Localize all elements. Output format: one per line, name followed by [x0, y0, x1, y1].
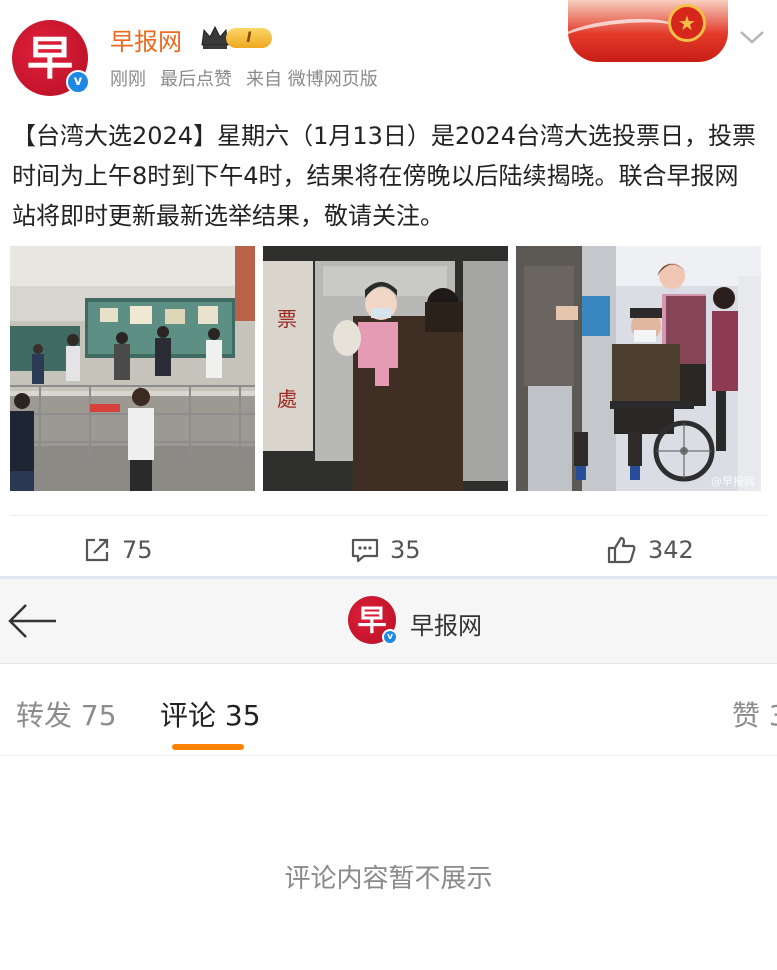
- svg-text:票: 票: [277, 307, 297, 331]
- last-liked-label: 最后点赞: [160, 69, 232, 90]
- author-name[interactable]: 早报网: [110, 22, 182, 57]
- comments-hidden-notice: 评论内容暂不展示: [284, 864, 493, 894]
- post-body-text: 【台湾大选2024】星期六（1月13日）是2024台湾大选投票日，投票时间为上午…: [12, 122, 756, 230]
- repost-icon: [85, 538, 109, 562]
- nav-title[interactable]: 早报网: [410, 606, 482, 641]
- level-label: I: [226, 28, 272, 48]
- active-tab-indicator: [172, 744, 244, 750]
- banner-wave: [568, 13, 680, 57]
- post-image-3[interactable]: @早报网: [516, 246, 761, 491]
- top-nav-bar: 早 v 早报网: [0, 579, 777, 664]
- comment-icon: [351, 538, 379, 563]
- repost-button[interactable]: 75: [82, 532, 153, 568]
- like-button[interactable]: 342: [606, 532, 694, 568]
- star-emblem-icon: ★: [668, 4, 706, 42]
- chevron-down-icon[interactable]: [738, 26, 766, 48]
- verified-icon: v: [66, 70, 90, 94]
- post-image-2[interactable]: 票 處 庭: [263, 246, 508, 491]
- repost-count: 75: [122, 536, 153, 564]
- tab-likes[interactable]: 赞 3: [732, 694, 777, 734]
- detail-tabs: 转发 75 评论 35 赞 3: [0, 664, 777, 756]
- svg-text:處: 處: [277, 387, 297, 411]
- post-source[interactable]: 来自 微博网页版: [246, 69, 378, 90]
- like-icon: [607, 536, 636, 564]
- tab-reposts[interactable]: 转发 75: [16, 694, 117, 734]
- author-avatar[interactable]: 早 v: [12, 20, 90, 96]
- comment-button[interactable]: 35: [350, 532, 421, 568]
- back-arrow-icon[interactable]: [6, 601, 58, 641]
- decorative-banner: ★: [568, 0, 728, 62]
- comment-count: 35: [390, 536, 421, 564]
- tab-comments[interactable]: 评论 35: [160, 694, 261, 734]
- member-level-badge[interactable]: I: [200, 23, 274, 51]
- action-bar-divider: [10, 515, 767, 516]
- post-image-1[interactable]: [10, 246, 255, 491]
- nav-author-avatar[interactable]: 早 v: [348, 596, 398, 645]
- like-count: 342: [648, 536, 694, 564]
- post-meta: 刚刚 最后点赞 来自 微博网页版: [110, 65, 392, 91]
- post-time: 刚刚: [110, 69, 146, 90]
- weibo-post-card: 早 v 早报网 I 刚刚 最后点赞 来自 微博网页版 ★ 【台湾大选2024】星期六…: [0, 0, 777, 578]
- image-watermark: @早报网: [711, 475, 755, 488]
- nav-verified-icon: v: [382, 629, 398, 645]
